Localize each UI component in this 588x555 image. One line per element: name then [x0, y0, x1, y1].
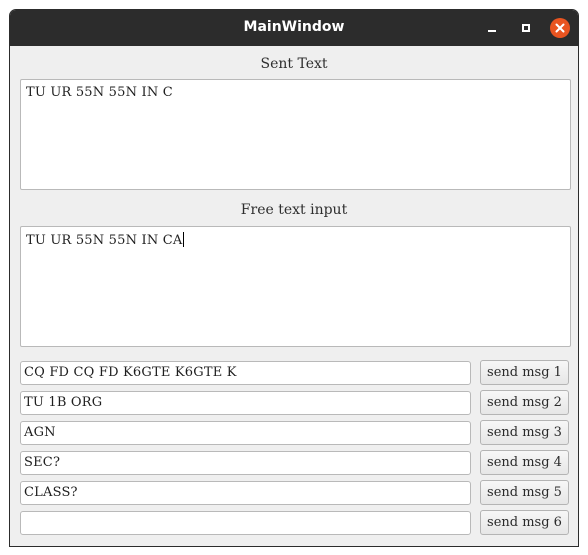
sent-text-content: TU UR 55N 55N IN C: [26, 85, 173, 100]
message-input-2[interactable]: TU 1B ORG: [20, 391, 471, 415]
send-msg-3-button[interactable]: send msg 3: [480, 420, 569, 445]
message-input-6[interactable]: [20, 511, 471, 535]
text-cursor: [182, 232, 184, 247]
free-text-content: TU UR 55N 55N IN CA: [26, 233, 183, 248]
main-window: MainWindow Sent Text TU UR 55N 55N IN C …: [9, 9, 579, 547]
sent-text-area[interactable]: TU UR 55N 55N IN C: [20, 79, 571, 190]
send-msg-5-button[interactable]: send msg 5: [480, 480, 569, 505]
close-icon[interactable]: [550, 18, 570, 38]
maximize-icon[interactable]: [516, 18, 536, 38]
minimize-icon[interactable]: [482, 18, 502, 38]
send-msg-6-button[interactable]: send msg 6: [480, 510, 569, 535]
message-input-1[interactable]: CQ FD CQ FD K6GTE K6GTE K: [20, 361, 471, 385]
message-input-4[interactable]: SEC?: [20, 451, 471, 475]
send-msg-1-button[interactable]: send msg 1: [480, 360, 569, 385]
send-msg-4-button[interactable]: send msg 4: [480, 450, 569, 475]
sent-text-label: Sent Text: [260, 56, 328, 72]
message-input-5[interactable]: CLASS?: [20, 481, 471, 505]
send-msg-2-button[interactable]: send msg 2: [480, 390, 569, 415]
free-text-label: Free text input: [240, 202, 348, 218]
title-bar[interactable]: MainWindow: [10, 10, 578, 46]
message-input-3[interactable]: AGN: [20, 421, 471, 445]
free-text-input[interactable]: TU UR 55N 55N IN CA: [20, 226, 571, 347]
